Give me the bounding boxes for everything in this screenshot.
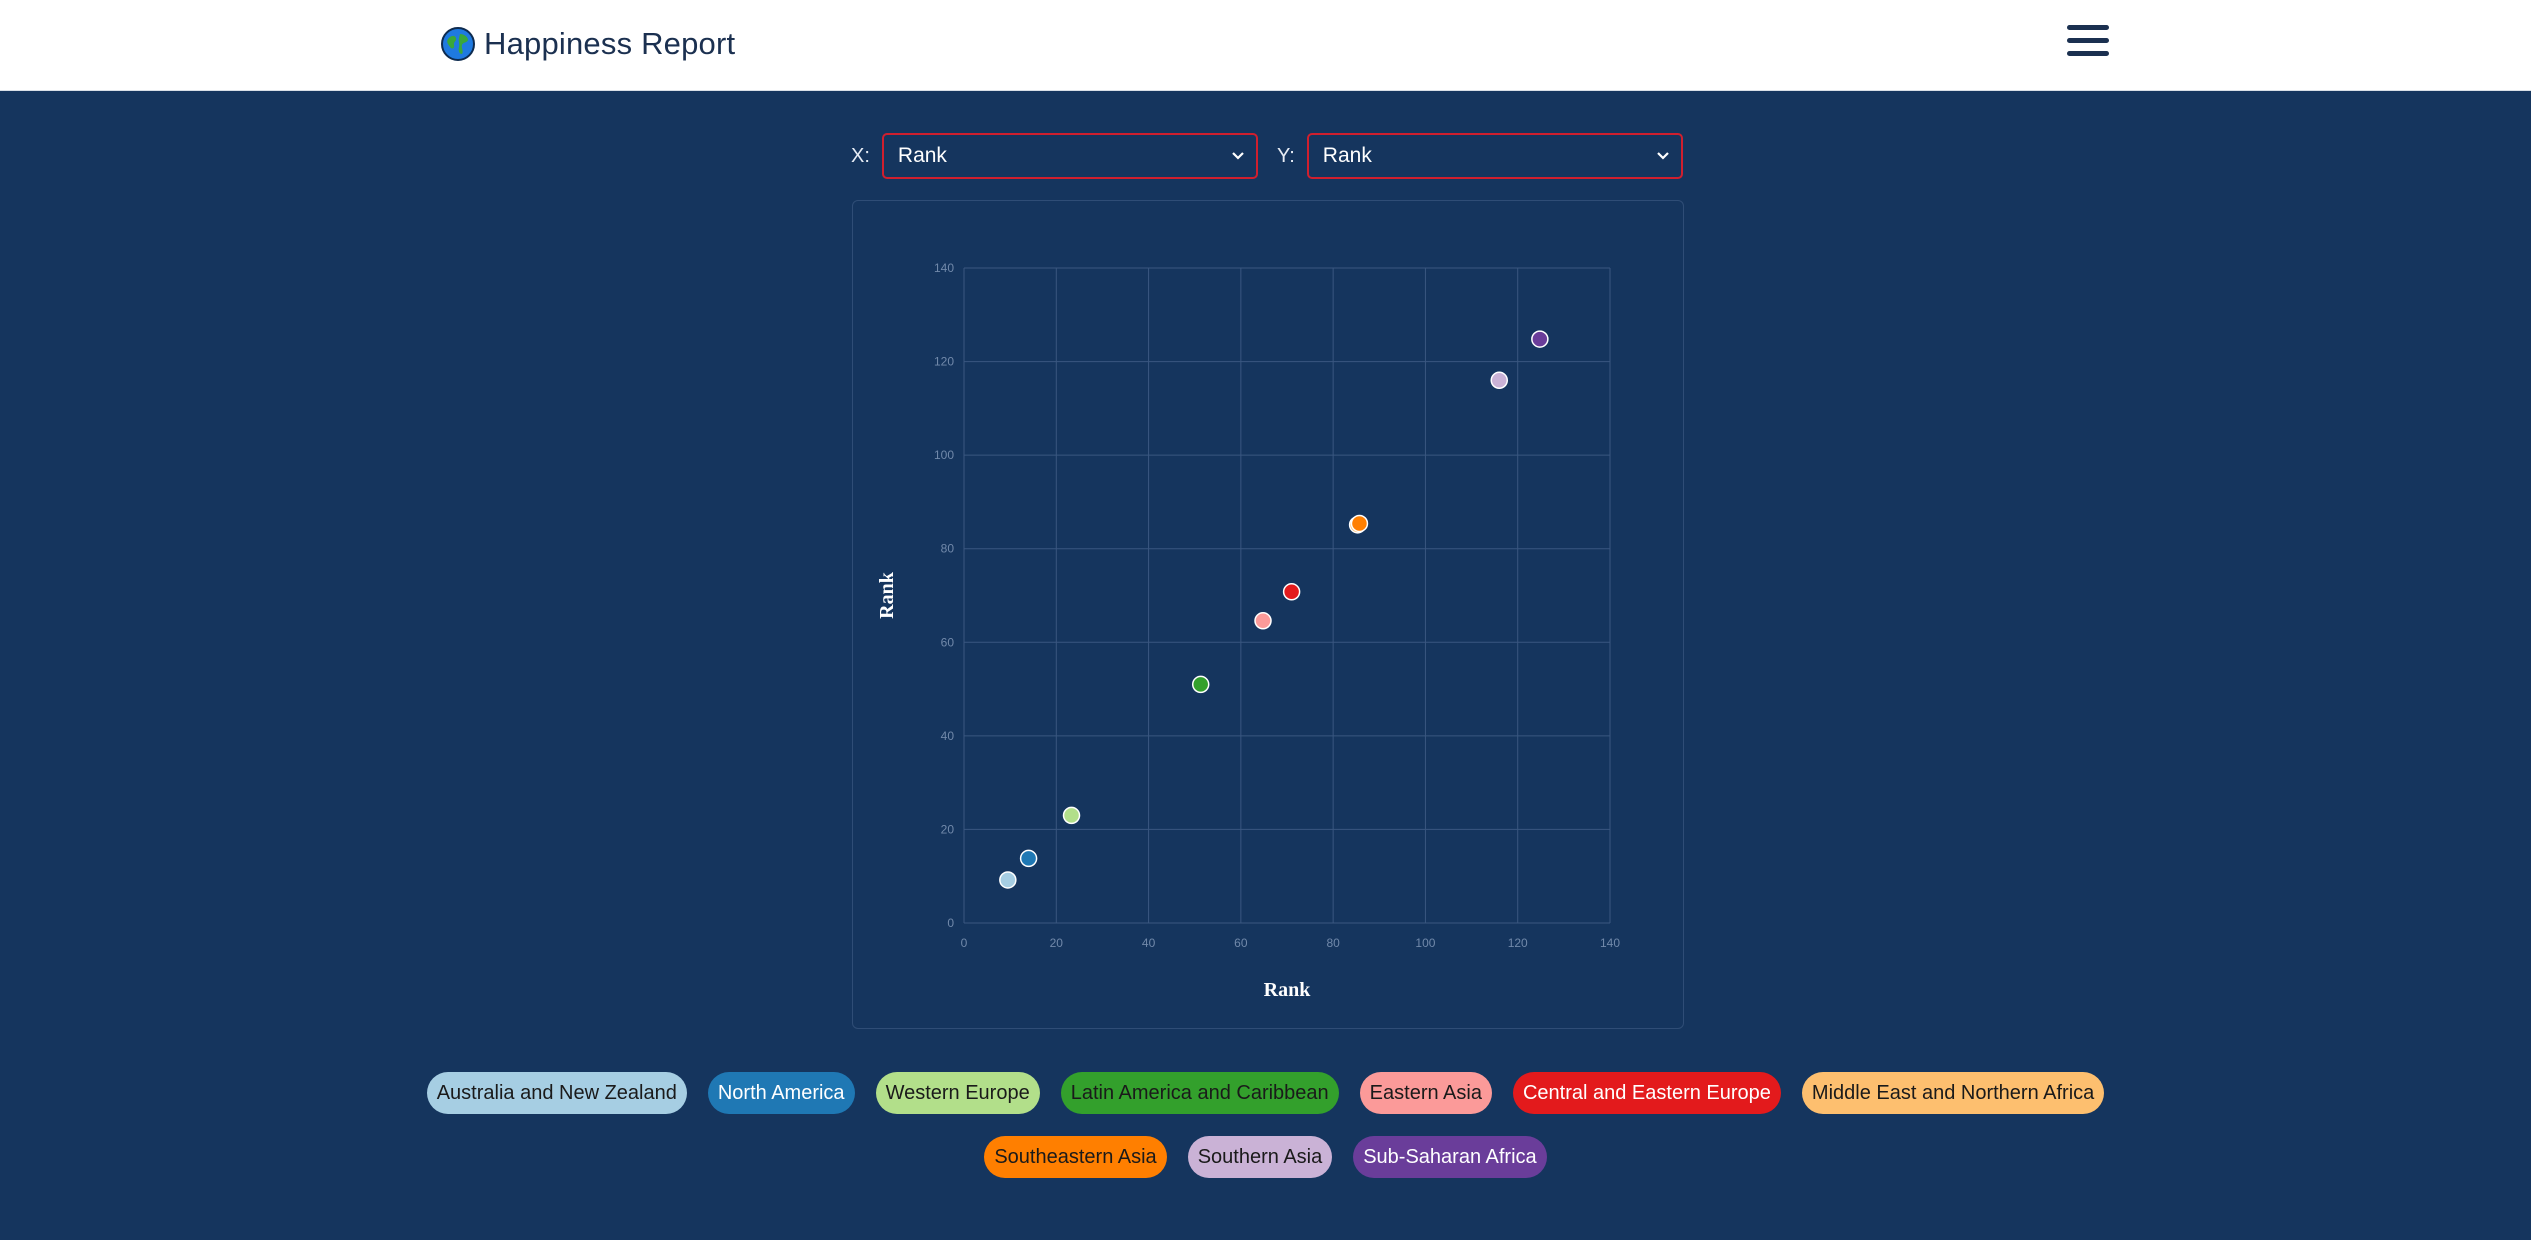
data-point (1531, 330, 1549, 348)
data-point (1282, 583, 1301, 601)
legend-row-2: Southeastern Asia Southern Asia Sub-Sahara… (0, 1136, 2531, 1178)
legend-item[interactable]: Western Europe (875, 1072, 1040, 1114)
hamburger-menu-icon[interactable] (2067, 25, 2109, 57)
top-navbar: Happiness Report (0, 0, 2531, 91)
globe-icon (441, 27, 475, 61)
legend-item[interactable]: Southern Asia (1187, 1136, 1333, 1178)
y-tick-label: 0 (947, 916, 954, 930)
data-point (1019, 849, 1038, 868)
y-axis-select[interactable]: Rank (1306, 133, 1683, 179)
y-tick-label: 80 (941, 542, 955, 556)
data-point (1254, 612, 1272, 630)
y-tick-label: 60 (941, 635, 955, 649)
x-axis-select[interactable]: Rank (881, 133, 1258, 179)
x-tick-label: 60 (1234, 936, 1248, 950)
y-tick-label: 120 (934, 355, 954, 369)
chevron-down-icon (1232, 152, 1244, 160)
x-axis-control: X: Rank (851, 133, 1258, 179)
x-tick-label: 0 (961, 936, 968, 950)
x-axis-select-value: Rank (897, 144, 947, 167)
app-title: Happiness Report (484, 26, 736, 61)
scatter-chart: 0 20 40 60 80 100 120 140 0 20 40 60 80 100 120 140 Rank… (876, 261, 1620, 1001)
data-point (1191, 675, 1210, 694)
y-axis-control: Y: Rank (1277, 133, 1683, 179)
y-axis-label: Y: (1277, 144, 1295, 167)
chart-card: 0 20 40 60 80 100 120 140 0 20 40 60 80 100 120 140 Rank… (852, 200, 1684, 1029)
legend-item[interactable]: Central and Eastern Europe (1512, 1072, 1781, 1114)
x-tick-label: 40 (1142, 936, 1156, 950)
x-tick-label: 80 (1326, 936, 1340, 950)
x-tick-label: 140 (1600, 936, 1620, 950)
legend-item[interactable]: North America (707, 1072, 855, 1114)
x-tick-label: 20 (1050, 936, 1064, 950)
y-axis-select-value: Rank (1322, 144, 1372, 167)
x-axis-label: X: (851, 144, 870, 167)
legend-item[interactable]: Middle East and Northern Africa (1801, 1072, 2105, 1114)
y-tick-label: 100 (934, 448, 954, 462)
legend-item[interactable]: Eastern Asia (1359, 1072, 1492, 1114)
y-tick-label: 20 (941, 822, 955, 836)
legend-item[interactable]: Australia and New Zealand (426, 1072, 687, 1114)
data-point (1062, 806, 1081, 825)
legend-item[interactable]: Southeastern Asia (984, 1136, 1167, 1178)
x-axis-title: Rank (1264, 979, 1312, 1001)
chevron-down-icon (1657, 152, 1669, 160)
data-point (999, 871, 1017, 889)
brand[interactable]: Happiness Report (441, 26, 735, 62)
legend-row-1: Australia and New Zealand North America We… (0, 1072, 2531, 1114)
x-tick-label: 120 (1508, 936, 1528, 950)
legend-item[interactable]: Sub-Saharan Africa (1353, 1136, 1547, 1178)
y-tick-label: 140 (934, 261, 954, 275)
y-axis-title: Rank (876, 571, 898, 619)
data-point (1490, 371, 1509, 390)
legend-item[interactable]: Latin America and Caribbean (1060, 1072, 1339, 1114)
y-tick-label: 40 (941, 729, 955, 743)
x-tick-label: 100 (1415, 936, 1435, 950)
data-point (1350, 514, 1369, 533)
